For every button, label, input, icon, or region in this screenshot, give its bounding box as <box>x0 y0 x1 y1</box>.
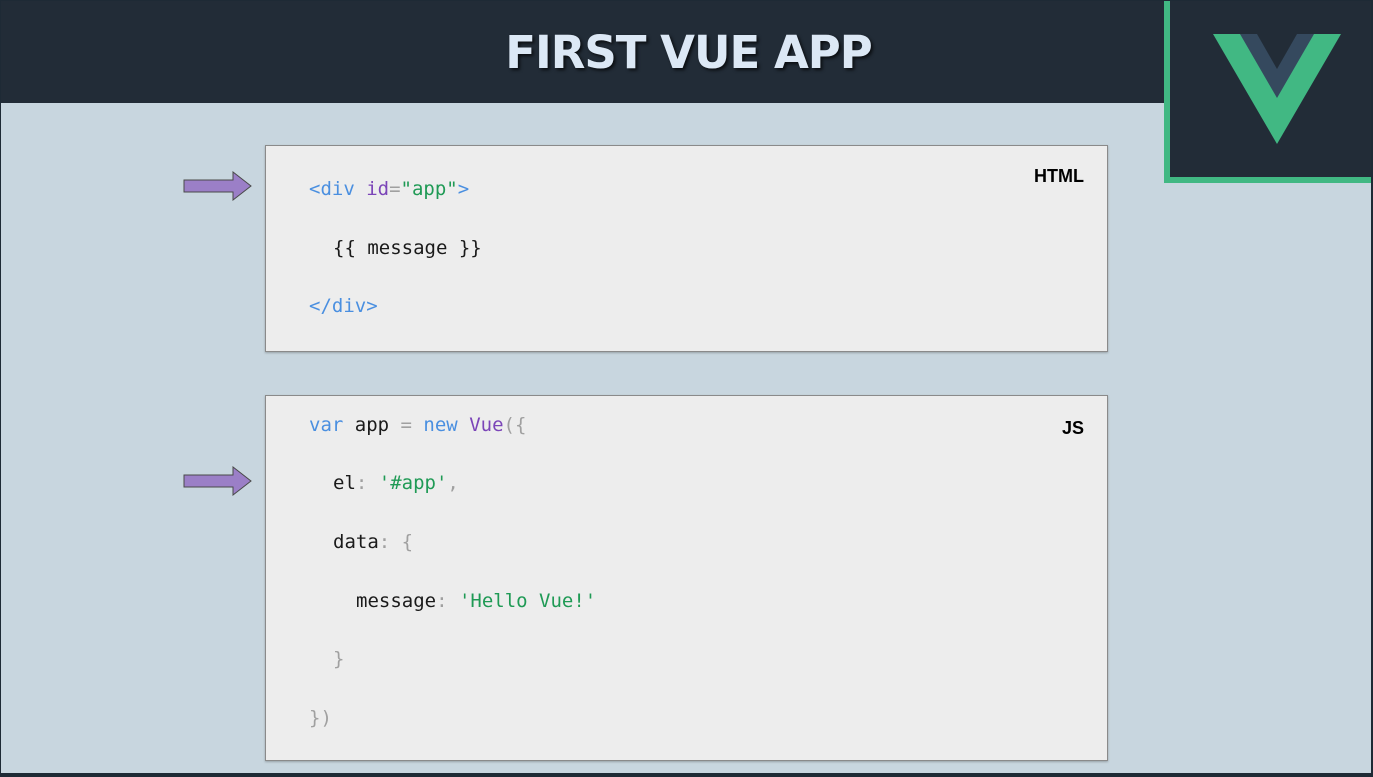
tag-close: > <box>457 178 470 200</box>
code-line: } <box>333 647 344 671</box>
operator: = <box>400 414 412 436</box>
html-label: HTML <box>1034 166 1084 186</box>
keyword: new <box>411 414 470 436</box>
right-arrow-icon <box>183 171 252 201</box>
punctuation: : <box>378 531 402 553</box>
code-line: }) <box>309 706 332 730</box>
punctuation: }) <box>309 707 332 729</box>
identifier: app <box>343 414 401 436</box>
punctuation: { <box>401 531 414 553</box>
code-line: data: { <box>333 530 413 554</box>
attr-name: id <box>366 178 390 200</box>
attr-value: "app" <box>400 178 458 200</box>
code-line: <div id="app"> <box>309 177 469 201</box>
tag-open: <div <box>309 178 367 200</box>
property-key: data <box>333 531 379 553</box>
class-name: Vue <box>469 414 504 436</box>
js-code-block: JS var app = new Vue({ el: '#app', data:… <box>265 395 1108 761</box>
code-line: message: 'Hello Vue!' <box>356 589 596 613</box>
vue-logo-icon <box>1213 34 1341 144</box>
property-key: el <box>333 472 356 494</box>
js-label: JS <box>1061 418 1084 438</box>
code-line: {{ message }} <box>333 236 482 260</box>
logo-panel <box>1170 1 1371 177</box>
punctuation: ({ <box>503 414 527 436</box>
string-value: '#app' <box>378 472 448 494</box>
punctuation: , <box>447 472 459 494</box>
punctuation: : <box>436 590 459 612</box>
string-value: 'Hello Vue!' <box>458 590 597 612</box>
slide: FIRST VUE APP HTML <div id="app"> {{ mes… <box>1 1 1371 773</box>
property-key: message <box>356 590 437 612</box>
code-line: el: '#app', <box>333 471 459 495</box>
code-line: var app = new Vue({ <box>309 413 526 437</box>
punctuation: : <box>355 472 379 494</box>
keyword: var <box>309 414 344 436</box>
attr-eq: = <box>389 178 401 200</box>
right-arrow-icon <box>183 466 252 496</box>
mustache-expression: {{ message }} <box>333 237 482 259</box>
code-line: </div> <box>309 294 378 318</box>
logo-frame <box>1164 1 1371 183</box>
punctuation: } <box>333 648 345 670</box>
tag-end: </div> <box>309 295 378 317</box>
html-code-block: HTML <div id="app"> {{ message }} </div> <box>265 145 1108 352</box>
